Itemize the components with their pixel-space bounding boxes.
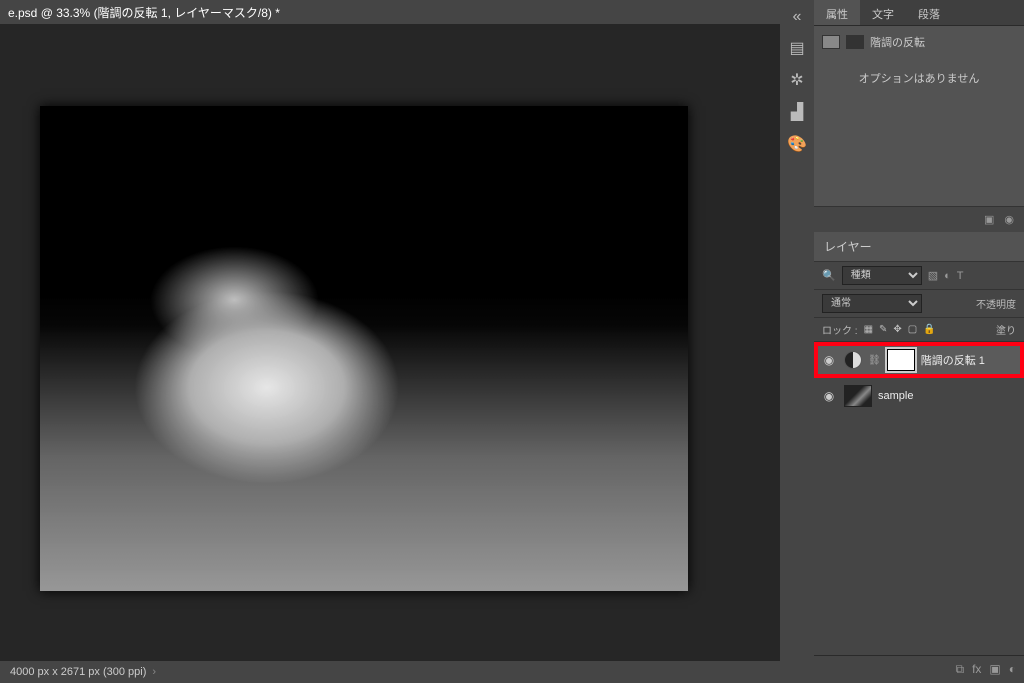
side-panels: 属性 文字 段落 階調の反転 オプションはありません ▣ ◉ レイヤー 🔍 種類 xyxy=(814,0,1024,683)
view-icon[interactable]: ◉ xyxy=(1004,213,1014,226)
status-dimensions: 4000 px x 2671 px (300 ppi) xyxy=(10,666,146,678)
document-tab-title: e.psd @ 33.3% (階調の反転 1, レイヤーマスク/8) * xyxy=(8,4,280,21)
clip-icon[interactable]: ▣ xyxy=(984,213,994,226)
search-icon[interactable]: 🔍 xyxy=(822,269,836,282)
blend-mode-select[interactable]: 通常 xyxy=(822,294,922,313)
layer-fx-icon[interactable]: fx xyxy=(972,662,981,677)
swatches-icon[interactable]: 🎨 xyxy=(787,134,807,154)
new-adjustment-icon[interactable]: ◐ xyxy=(1009,662,1016,677)
lock-label: ロック : xyxy=(822,322,858,337)
layer-thumb[interactable] xyxy=(844,385,872,407)
layers-list: ◉ ⛓ 階調の反転 1 ◉ sample xyxy=(814,342,1024,655)
filter-adjustment-icon[interactable]: ◐ xyxy=(944,270,951,282)
layer-filter-select[interactable]: 種類 xyxy=(842,266,922,285)
lock-row: ロック : ▦ ✎ ✥ ▢ 🔒 塗り xyxy=(814,318,1024,342)
lock-all-icon[interactable]: 🔒 xyxy=(923,324,935,335)
status-chevron-icon[interactable]: › xyxy=(152,666,156,678)
layers-filter-row: 🔍 種類 ▧ ◐ T xyxy=(814,262,1024,290)
collapse-icon[interactable]: « xyxy=(793,8,802,26)
layer-name[interactable]: sample xyxy=(878,390,913,402)
filter-text-icon[interactable]: T xyxy=(957,270,964,282)
layer-mask-icon[interactable]: ▣ xyxy=(989,662,1000,677)
layers-panel: レイヤー 🔍 種類 ▧ ◐ T 通常 不透明度 ロック : ▦ ✎ xyxy=(814,232,1024,683)
visibility-toggle[interactable]: ◉ xyxy=(820,389,838,403)
properties-tabs: 属性 文字 段落 xyxy=(814,0,1024,26)
tool-dock: « ▤ ✲ ▟ 🎨 xyxy=(780,0,814,683)
layer-row-image[interactable]: ◉ sample xyxy=(814,378,1024,414)
tab-properties[interactable]: 属性 xyxy=(814,0,860,25)
tab-paragraph[interactable]: 段落 xyxy=(906,0,952,25)
link-icon[interactable]: ⛓ xyxy=(868,355,881,366)
opacity-label: 不透明度 xyxy=(976,296,1016,311)
navigator-icon[interactable]: ✲ xyxy=(790,70,803,90)
properties-panel-body: 階調の反転 オプションはありません xyxy=(814,26,1024,206)
no-options-message: オプションはありません xyxy=(822,70,1016,86)
visibility-toggle[interactable]: ◉ xyxy=(820,353,838,367)
layer-row-adjustment[interactable]: ◉ ⛓ 階調の反転 1 xyxy=(814,342,1024,378)
adjustment-thumb-icon xyxy=(822,35,840,49)
blend-opacity-row: 通常 不透明度 xyxy=(814,290,1024,318)
artboard[interactable] xyxy=(40,106,688,591)
status-bar[interactable]: 4000 px x 2671 px (300 ppi) › xyxy=(0,661,780,683)
adjustment-name: 階調の反転 xyxy=(870,34,925,50)
property-adjustment-header: 階調の反転 xyxy=(822,34,1016,50)
document-tab[interactable]: e.psd @ 33.3% (階調の反転 1, レイヤーマスク/8) * xyxy=(0,0,780,24)
properties-footer: ▣ ◉ xyxy=(814,206,1024,232)
canvas-zone: e.psd @ 33.3% (階調の反転 1, レイヤーマスク/8) * 400… xyxy=(0,0,780,683)
canvas-image xyxy=(40,106,688,591)
layers-footer: ⧉ fx ▣ ◐ xyxy=(814,655,1024,683)
lock-brush-icon[interactable]: ✎ xyxy=(879,324,887,335)
mask-thumb-icon xyxy=(846,35,864,49)
tab-character[interactable]: 文字 xyxy=(860,0,906,25)
link-layers-icon[interactable]: ⧉ xyxy=(955,662,964,677)
adjustments-icon[interactable]: ▟ xyxy=(791,102,803,122)
lock-position-icon[interactable]: ✥ xyxy=(893,324,901,335)
canvas-stage[interactable] xyxy=(0,24,780,661)
fill-label: 塗り xyxy=(996,322,1016,337)
adjustment-icon xyxy=(844,351,862,369)
layers-panel-title[interactable]: レイヤー xyxy=(814,232,1024,262)
lock-pixels-icon[interactable]: ▦ xyxy=(864,324,873,335)
histogram-icon[interactable]: ▤ xyxy=(789,38,804,58)
filter-image-icon[interactable]: ▧ xyxy=(928,269,938,282)
layer-name[interactable]: 階調の反転 1 xyxy=(921,352,985,368)
layer-mask-thumb[interactable] xyxy=(887,349,915,371)
lock-artboard-icon[interactable]: ▢ xyxy=(908,324,917,335)
